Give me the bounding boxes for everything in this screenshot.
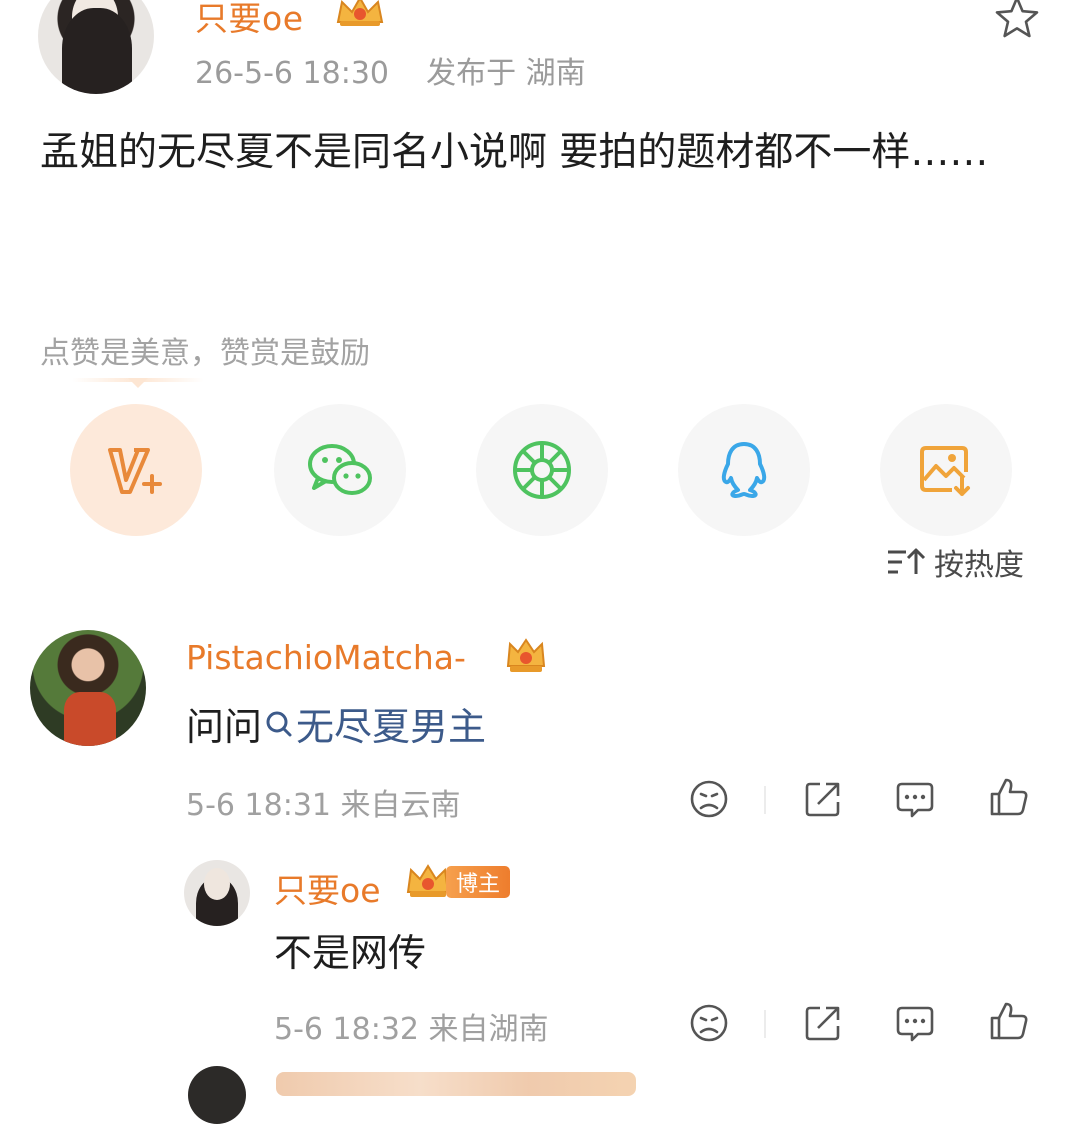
reply-meta: 5-6 18:32 来自湖南 (274, 1012, 549, 1047)
dislike-face-icon[interactable] (688, 1002, 730, 1044)
reply-author-name[interactable]: 只要oe (274, 864, 381, 912)
search-icon (266, 711, 292, 736)
like-thumb-icon[interactable] (988, 776, 1030, 818)
search-topic-text: 无尽夏男主 (296, 705, 487, 749)
reward-caret (128, 378, 148, 388)
moments-share-button[interactable] (476, 404, 608, 536)
comment-text: 问问 无尽夏男主 (186, 696, 486, 751)
action-divider (764, 1010, 766, 1038)
vip-crown-icon (406, 864, 450, 897)
next-commenter-avatar[interactable] (188, 1066, 246, 1124)
post-timestamp: 26-5-6 18:30 (195, 56, 389, 91)
wechat-share-button[interactable] (274, 404, 406, 536)
reward-prompt: 点赞是美意，赞赏是鼓励 (40, 336, 370, 371)
comment-meta: 5-6 18:31 来自云南 (186, 788, 461, 823)
v-plus-button[interactable] (70, 404, 202, 536)
post-content: 孟姐的无尽夏不是同名小说啊 要拍的题材都不一样…… (40, 130, 989, 175)
post-location: 发布于 湖南 (426, 56, 586, 91)
v-plus-icon (108, 448, 162, 494)
commenter-name[interactable]: PistachioMatcha- (186, 638, 466, 677)
commenter-avatar[interactable] (30, 630, 146, 746)
author-name[interactable]: 只要oe (195, 0, 304, 40)
qq-share-button[interactable] (678, 404, 810, 536)
comment-icon[interactable] (894, 778, 936, 820)
action-divider (764, 786, 766, 814)
save-image-icon (920, 446, 970, 496)
post-meta: 26-5-6 18:30 发布于 湖南 (195, 48, 586, 92)
author-avatar[interactable] (38, 0, 154, 94)
sort-label: 按热度 (934, 548, 1024, 583)
moments-icon (513, 441, 571, 499)
next-commenter-name (276, 1072, 636, 1096)
sort-by-hot-button[interactable]: 按热度 (886, 540, 1024, 584)
comment-icon[interactable] (894, 1002, 936, 1044)
save-image-button[interactable] (880, 404, 1012, 536)
repost-icon[interactable] (802, 1002, 844, 1044)
vip-crown-icon (336, 0, 384, 26)
reply-text: 不是网传 (274, 931, 427, 975)
comment-text-prefix: 问问 (186, 705, 263, 749)
blogger-badge: 博主 (446, 866, 511, 898)
qq-icon (721, 442, 767, 498)
favorite-star-icon[interactable] (993, 0, 1041, 42)
like-thumb-icon[interactable] (988, 1000, 1030, 1042)
vip-crown-icon (506, 638, 546, 672)
sort-icon (888, 548, 926, 574)
dislike-face-icon[interactable] (688, 778, 730, 820)
search-topic-link[interactable]: 无尽夏男主 (262, 696, 486, 751)
reply-author-avatar[interactable] (184, 860, 250, 926)
wechat-icon (308, 444, 372, 495)
repost-icon[interactable] (802, 778, 844, 820)
